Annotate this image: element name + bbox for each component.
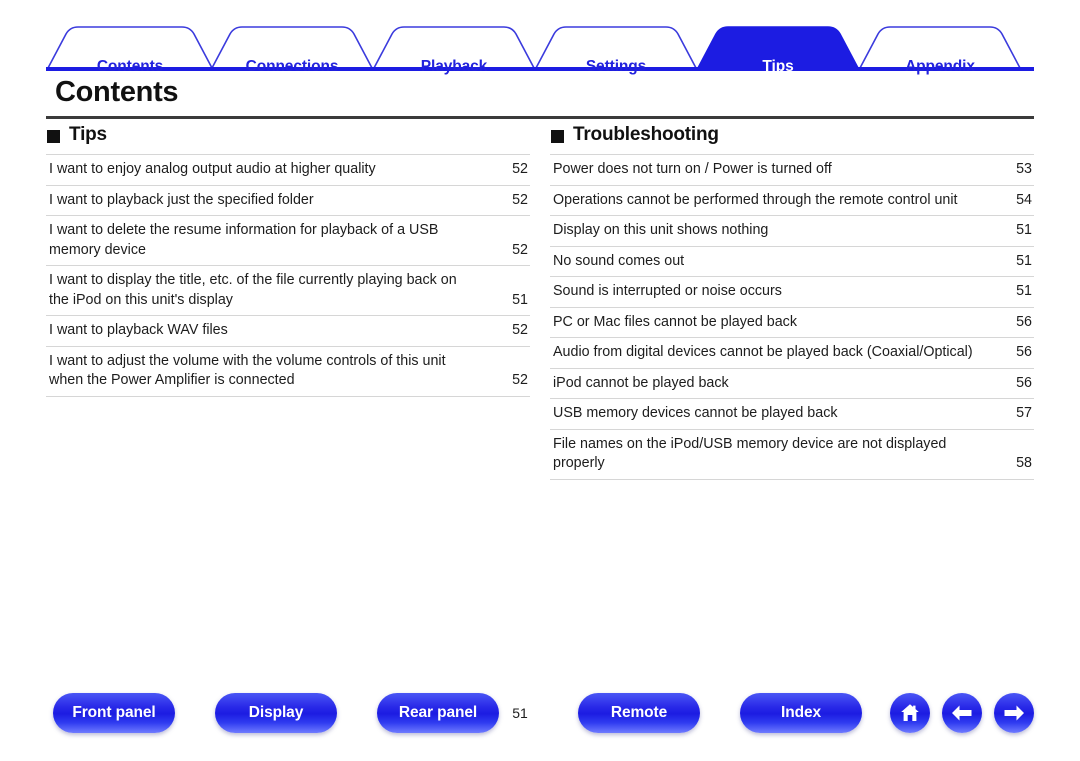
toc-list-troubleshooting: Power does not turn on / Power is turned…: [550, 154, 1034, 480]
previous-page-button[interactable]: [942, 693, 982, 733]
toc-entry-label: Power does not turn on / Power is turned…: [553, 161, 832, 177]
toc-entry-page: 54: [1016, 191, 1032, 208]
arrow-left-icon: [949, 702, 975, 724]
toc-entry-label: I want to playback WAV files: [49, 322, 228, 338]
toc-entry[interactable]: I want to delete the resume information …: [46, 216, 530, 266]
toc-entry-label: No sound comes out: [553, 252, 685, 269]
toc-entry[interactable]: I want to display the title, etc. of the…: [46, 266, 530, 316]
toc-entry-label: USB memory devices cannot be played back: [553, 405, 838, 421]
remote-button[interactable]: Remote: [578, 693, 700, 733]
toc-entry[interactable]: No sound comes out 51: [550, 247, 1034, 277]
next-page-button[interactable]: [994, 693, 1034, 733]
section-troubleshooting: Troubleshooting Power does not turn on /…: [550, 124, 1034, 480]
toc-entry-label: I want to adjust the volume with the vol…: [49, 352, 446, 389]
toc-entry-page: 52: [512, 191, 528, 208]
toc-entry-label: I want to enjoy analog output audio at h…: [49, 161, 376, 177]
section-title: Tips: [69, 124, 107, 145]
toc-entry-page: 51: [1016, 252, 1032, 269]
page-title: Contents: [55, 76, 179, 108]
square-bullet-icon: [47, 129, 60, 143]
tab-contents[interactable]: Contents: [48, 58, 212, 76]
home-button[interactable]: [890, 693, 930, 733]
toc-entry-page: 51: [1016, 283, 1032, 299]
toc-entry-page: 51: [512, 291, 528, 308]
toc-list-tips: I want to enjoy analog output audio at h…: [46, 154, 530, 397]
toc-entry-page: 51: [1016, 222, 1032, 238]
toc-entry-label: Display on this unit shows nothing: [553, 222, 769, 238]
tab-tips[interactable]: Tips: [698, 58, 858, 76]
toc-entry-page: 53: [1016, 161, 1032, 177]
toc-entry-label: I want to delete the resume information …: [49, 222, 439, 258]
tab-connections[interactable]: Connections: [212, 58, 372, 76]
rear-panel-button[interactable]: Rear panel: [377, 693, 499, 733]
toc-entry[interactable]: Operations cannot be performed through t…: [550, 186, 1034, 216]
toc-entry-label: PC or Mac files cannot be played back: [553, 313, 797, 330]
toc-entry[interactable]: Audio from digital devices cannot be pla…: [550, 338, 1034, 369]
toc-entry-page: 52: [512, 372, 528, 388]
toc-entry-page: 56: [1016, 344, 1032, 360]
section-tips: Tips I want to enjoy analog output audio…: [46, 124, 530, 397]
toc-entry-page: 52: [512, 161, 528, 177]
toc-entry[interactable]: I want to playback WAV files 52: [46, 316, 530, 347]
toc-entry-page: 57: [1016, 405, 1032, 421]
toc-entry-label: I want to playback just the specified fo…: [49, 191, 314, 208]
toc-entry[interactable]: USB memory devices cannot be played back…: [550, 399, 1034, 430]
footer-nav: Front panel Display Rear panel 51 Remote…: [0, 693, 1080, 741]
section-heading-tips: Tips: [46, 124, 530, 146]
footer-page-number: 51: [512, 705, 528, 721]
toc-entry[interactable]: I want to playback just the specified fo…: [46, 186, 530, 216]
toc-entry[interactable]: Sound is interrupted or noise occurs 51: [550, 277, 1034, 308]
square-bullet-icon: [551, 129, 564, 143]
tab-settings[interactable]: Settings: [536, 58, 696, 76]
toc-entry[interactable]: iPod cannot be played back 56: [550, 369, 1034, 399]
section-title: Troubleshooting: [573, 124, 719, 145]
toc-entry-page: 58: [1016, 455, 1032, 471]
toc-entry-page: 56: [1016, 374, 1032, 391]
toc-entry-label: File names on the iPod/USB memory device…: [553, 435, 947, 472]
toc-entry-page: 56: [1016, 313, 1032, 330]
toc-entry[interactable]: I want to adjust the volume with the vol…: [46, 347, 530, 397]
tab-appendix[interactable]: Appendix: [860, 58, 1020, 76]
tab-bar: Contents Connections Playback Settings T…: [0, 22, 1080, 76]
tab-playback[interactable]: Playback: [374, 58, 534, 76]
display-button[interactable]: Display: [215, 693, 337, 733]
toc-entry-label: iPod cannot be played back: [553, 374, 729, 391]
toc-entry-label: I want to display the title, etc. of the…: [49, 272, 457, 308]
toc-entry[interactable]: Display on this unit shows nothing 51: [550, 216, 1034, 247]
toc-entry-page: 52: [512, 241, 528, 258]
toc-entry[interactable]: File names on the iPod/USB memory device…: [550, 430, 1034, 480]
front-panel-button[interactable]: Front panel: [53, 693, 175, 733]
toc-entry-label: Audio from digital devices cannot be pla…: [553, 344, 973, 360]
section-heading-troubleshooting: Troubleshooting: [550, 124, 1034, 146]
toc-entry[interactable]: Power does not turn on / Power is turned…: [550, 155, 1034, 186]
toc-entry-page: 52: [512, 322, 528, 338]
home-icon: [898, 701, 922, 725]
index-button[interactable]: Index: [740, 693, 862, 733]
arrow-right-icon: [1001, 702, 1027, 724]
title-divider: [46, 116, 1034, 119]
toc-entry[interactable]: PC or Mac files cannot be played back 56: [550, 308, 1034, 338]
toc-entry-label: Operations cannot be performed through t…: [553, 191, 958, 208]
toc-entry[interactable]: I want to enjoy analog output audio at h…: [46, 155, 530, 186]
toc-entry-label: Sound is interrupted or noise occurs: [553, 283, 782, 299]
